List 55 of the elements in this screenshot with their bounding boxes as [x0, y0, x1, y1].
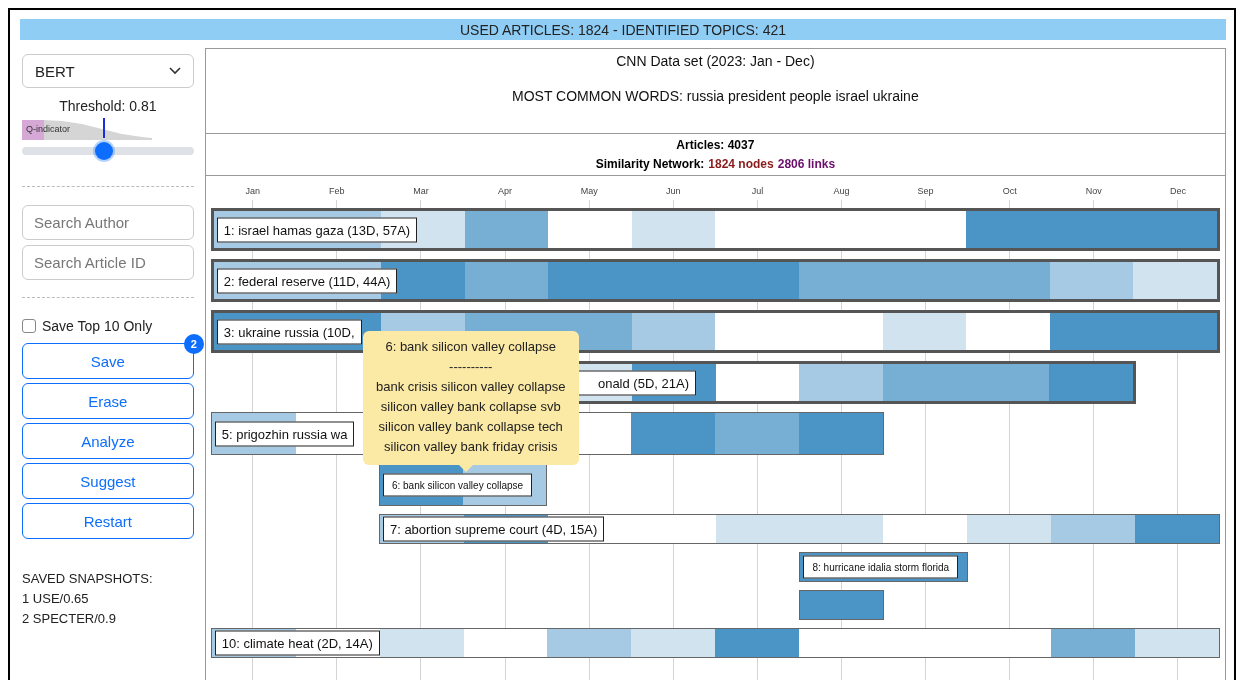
network-label: Similarity Network:	[595, 157, 705, 171]
nodes-count: 1824 nodes	[708, 157, 774, 171]
month-label: Jun	[666, 186, 681, 198]
links-count: 2806 links	[777, 157, 836, 171]
topic-bar[interactable]: 6: bank silicon valley collapse	[378, 463, 548, 506]
topic-label: 6: bank silicon valley collapse	[382, 473, 533, 496]
summary-banner: USED ARTICLES: 1824 - IDENTIFIED TOPICS: 421	[20, 19, 1226, 40]
month-label: Sep	[917, 186, 934, 198]
indicator-label: Q-indicator	[26, 124, 70, 134]
articles-count: Articles: 4037	[676, 138, 755, 152]
month-label: Jul	[751, 186, 764, 198]
slider-thumb[interactable]	[95, 142, 114, 160]
topic-bar[interactable]: 1: israel hamas gaza (13D, 57A)	[210, 208, 1220, 251]
action-button[interactable]: Analyze	[22, 423, 194, 459]
snapshots-title: SAVED SNAPSHOTS:	[22, 570, 154, 588]
month-label: Mar	[413, 186, 429, 198]
topic-label: 8: hurricane idalia storm florida	[803, 555, 959, 579]
dataset-title: CNN Data set (2023: Jan - Dec)	[616, 53, 815, 69]
month-label: Feb	[329, 186, 345, 198]
topic-label: 7: abortion supreme court (4D, 15A)	[382, 516, 605, 542]
checkbox-icon[interactable]	[22, 319, 36, 333]
count-badge: 2	[183, 334, 204, 354]
threshold-slider[interactable]	[22, 142, 194, 160]
month-label: Dec	[1169, 186, 1186, 198]
search-field[interactable]: Search Article ID	[22, 245, 194, 280]
topic-label: 10: climate heat (2D, 14A)	[214, 630, 380, 656]
action-button[interactable]: Erase	[22, 383, 194, 419]
chevron-down-icon	[168, 67, 181, 75]
topic-bar[interactable]: 7: abortion supreme court (4D, 15A)	[378, 514, 1220, 544]
save-top-checkbox[interactable]: Save Top 10 Only	[22, 318, 194, 334]
month-label: Apr	[498, 186, 513, 198]
month-label: May	[580, 186, 598, 198]
snapshot-item[interactable]: 1 USE/0.65	[22, 589, 194, 609]
month-label: Nov	[1085, 186, 1102, 198]
common-words: MOST COMMON WORDS: russia president people israel ukraine	[512, 88, 919, 104]
month-label: Aug	[833, 186, 850, 198]
topic-label: 2: federal reserve (11D, 44A)	[216, 268, 398, 293]
month-label: Jan	[245, 186, 260, 198]
threshold-label: Threshold: 0.81	[58, 98, 158, 114]
topic-label: 3: ukraine russia (10D,	[216, 319, 362, 344]
threshold-marker-icon	[103, 118, 106, 138]
topic-label: 1: israel hamas gaza (13D, 57A)	[216, 217, 418, 242]
action-button[interactable]: Suggest	[22, 463, 194, 499]
topic-bar[interactable]: 2: federal reserve (11D, 44A)	[210, 259, 1220, 302]
snapshot-item[interactable]: 2 SPECTER/0.9	[22, 609, 194, 629]
tooltip-line: silicon valley bank collapse tech	[377, 418, 564, 436]
month-label: Oct	[1002, 186, 1017, 198]
tooltip-title: 6: bank silicon valley collapse	[384, 338, 557, 356]
model-select[interactable]: BERT	[22, 54, 194, 88]
search-field[interactable]: Search Author	[22, 205, 194, 240]
topic-label: 5: prigozhin russia wa	[214, 421, 355, 446]
action-button[interactable]: Restart	[22, 503, 194, 539]
topic-bar[interactable]: 10: climate heat (2D, 14A)	[210, 628, 1220, 658]
topic-bar[interactable]: 8: hurricane idalia storm florida	[799, 552, 968, 582]
tooltip-line: silicon valley bank friday crisis	[383, 438, 559, 456]
